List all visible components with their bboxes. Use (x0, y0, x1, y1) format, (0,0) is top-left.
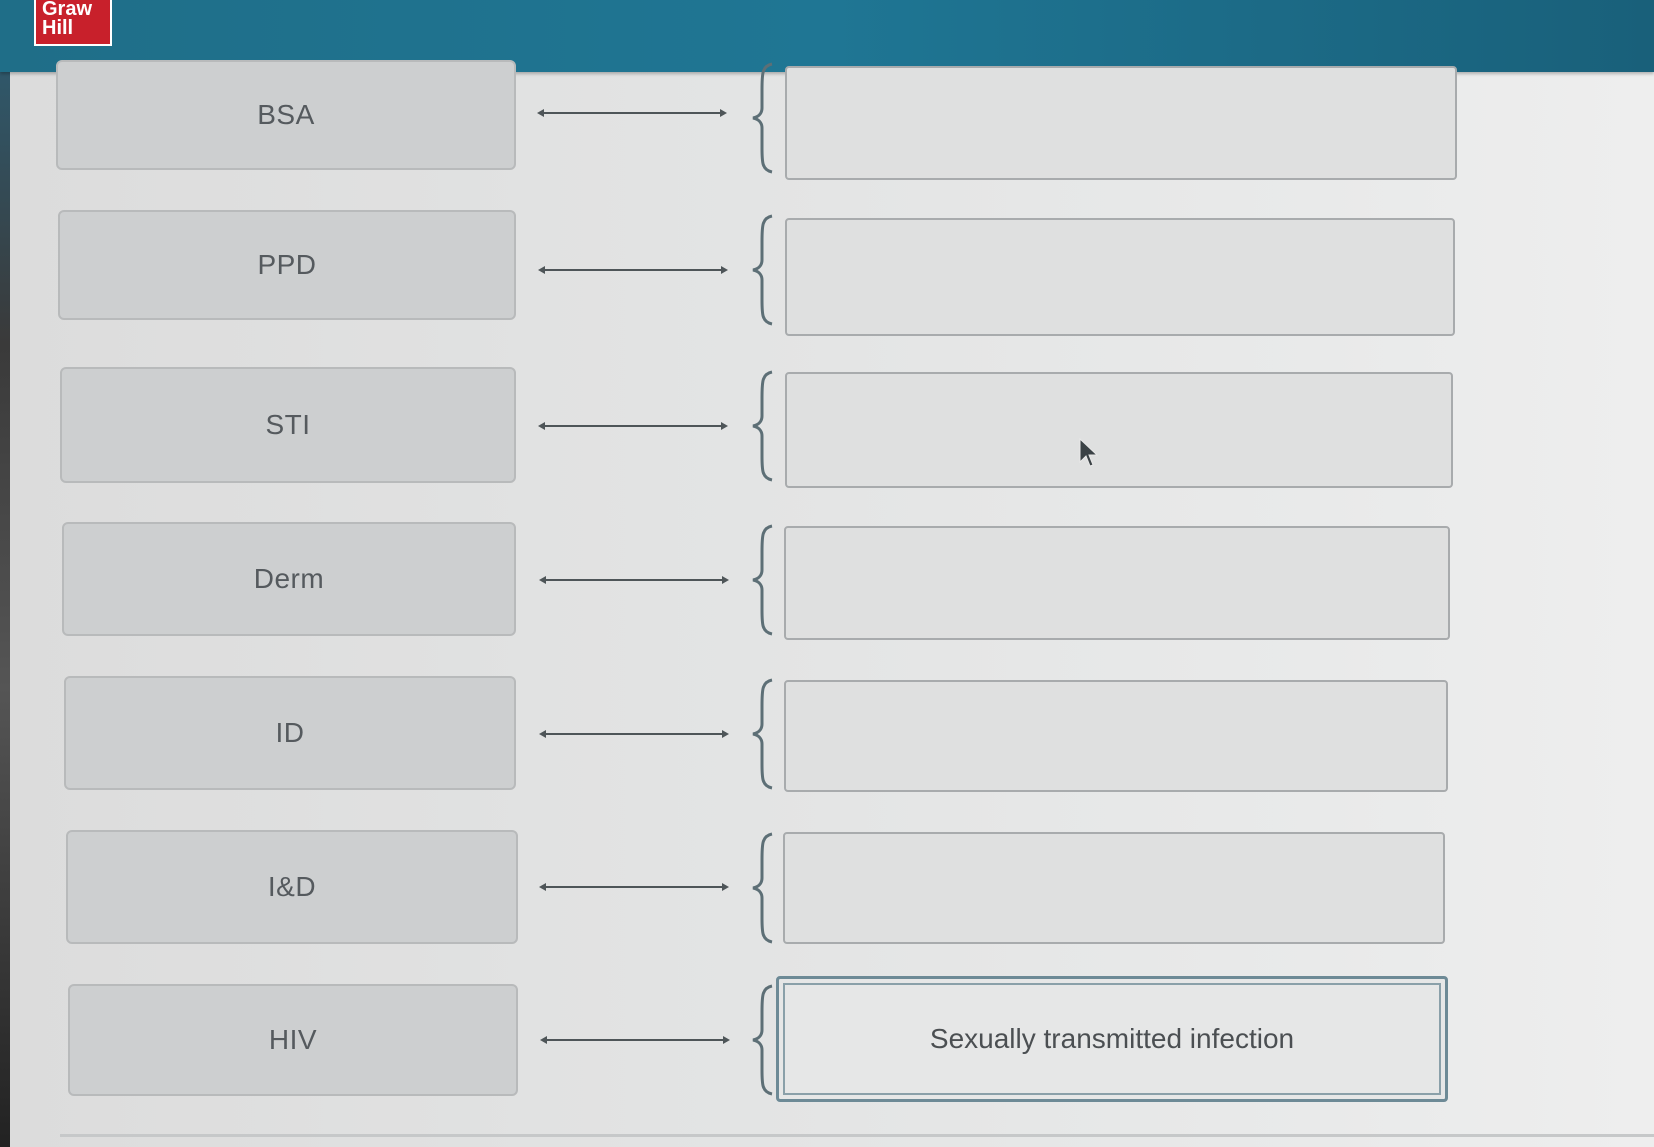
term-label: PPD (257, 249, 317, 280)
brace-icon (752, 62, 773, 174)
definition-label[interactable]: Sexually transmitted infection (930, 1023, 1294, 1055)
drop-zone[interactable] (784, 526, 1450, 640)
term-card-id[interactable]: ID (64, 676, 516, 790)
term-label: BSA (257, 99, 315, 130)
window-edge (0, 0, 10, 1147)
brace-icon (752, 370, 773, 482)
connector-arrow-icon (539, 574, 729, 586)
term-card-bsa[interactable]: BSA (56, 60, 516, 170)
brace-icon (752, 214, 773, 326)
connector-arrow-icon (537, 107, 727, 119)
term-label: ID (275, 717, 305, 748)
drop-zone[interactable] (785, 372, 1453, 488)
logo-text-line2: Hill (42, 17, 74, 39)
term-label: STI (265, 409, 311, 440)
drop-zone-filled[interactable]: Sexually transmitted infection (776, 976, 1448, 1102)
brace-icon (752, 832, 773, 944)
mouse-cursor-icon (1079, 438, 1099, 467)
brace-icon (752, 984, 773, 1096)
term-label: Derm (253, 563, 325, 594)
connector-arrow-icon (538, 264, 728, 276)
term-label: HIV (268, 1024, 318, 1055)
brace-icon (752, 678, 773, 790)
connector-arrow-icon (539, 728, 729, 740)
drop-zone[interactable] (784, 680, 1448, 792)
term-card-sti[interactable]: STI (60, 367, 516, 483)
term-card-derm[interactable]: Derm (62, 522, 516, 636)
divider (60, 1134, 1654, 1137)
drop-zone[interactable] (785, 66, 1457, 180)
term-label: I&D (267, 871, 317, 902)
term-card-ppd[interactable]: PPD (58, 210, 516, 320)
drop-zone[interactable] (783, 832, 1445, 944)
connector-arrow-icon (539, 881, 729, 893)
brace-icon (752, 524, 773, 636)
mcgraw-hill-logo: Graw Hill (34, 0, 112, 46)
connector-arrow-icon (540, 1034, 730, 1046)
drop-zone[interactable] (785, 218, 1455, 336)
connector-arrow-icon (538, 420, 728, 432)
term-card-hiv[interactable]: HIV (68, 984, 518, 1096)
term-card-i-and-d[interactable]: I&D (66, 830, 518, 944)
